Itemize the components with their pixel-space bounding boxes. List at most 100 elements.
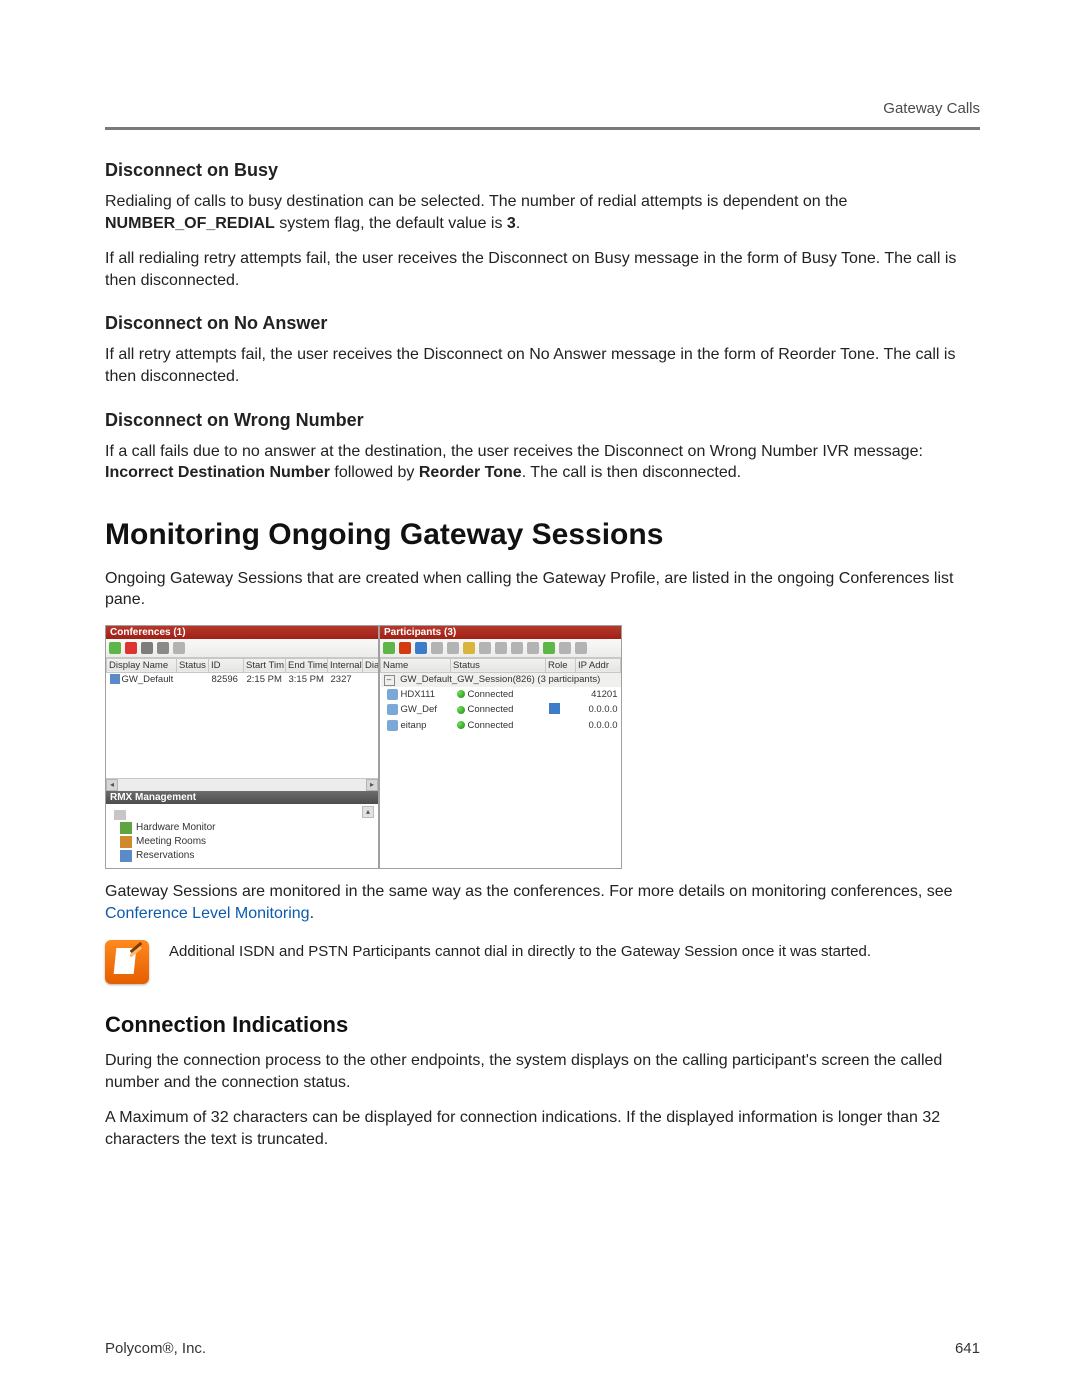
col-id[interactable]: ID (209, 658, 244, 672)
tool-icon[interactable] (447, 642, 459, 654)
cell-name: GW_Def (401, 704, 437, 715)
table-row[interactable]: GW_Def Connected 0.0.0.0 (381, 702, 621, 718)
heading-disconnect-no-answer: Disconnect on No Answer (105, 313, 980, 334)
conference-icon (110, 674, 120, 684)
delete-icon[interactable] (125, 642, 137, 654)
tree-item-hardware-monitor[interactable]: Hardware Monitor (120, 822, 372, 834)
paragraph: Ongoing Gateway Sessions that are create… (105, 568, 980, 611)
flag-name: NUMBER_OF_REDIAL (105, 215, 275, 232)
tool-icon[interactable] (495, 642, 507, 654)
remove-participant-icon[interactable] (399, 642, 411, 654)
play-icon[interactable] (157, 642, 169, 654)
note-icon (105, 940, 149, 984)
paragraph: Redialing of calls to busy destination c… (105, 191, 980, 234)
rmx-management-body: ▴ Hardware Monitor Meeting Rooms Reserva… (106, 804, 378, 868)
scroll-right-icon[interactable]: ▸ (366, 779, 378, 791)
participants-table: Name Status Role IP Addr – GW_Default_GW… (380, 658, 621, 733)
rmx-management-title: RMX Management (106, 791, 378, 804)
col-role[interactable]: Role (546, 658, 576, 672)
hardware-monitor-icon (120, 822, 132, 834)
h-scrollbar[interactable]: ◂ ▸ (106, 778, 378, 791)
table-header-row: Display Name Status ID Start Tim End Tim… (107, 658, 379, 672)
connect-icon[interactable] (415, 642, 427, 654)
table-row[interactable]: HDX111 Connected 41201 (381, 687, 621, 702)
tool-icon[interactable] (479, 642, 491, 654)
add-participant-icon[interactable] (383, 642, 395, 654)
col-status[interactable]: Status (177, 658, 209, 672)
tool-icon[interactable] (559, 642, 571, 654)
participants-pane-title: Participants (3) (380, 626, 621, 639)
flag-default: 3 (507, 215, 516, 232)
col-status[interactable]: Status (451, 658, 546, 672)
table-row[interactable]: eitanp Connected 0.0.0.0 (381, 718, 621, 733)
tree-item-meeting-rooms[interactable]: Meeting Rooms (120, 836, 372, 848)
gateway-sessions-screenshot: Conferences (1) Display Name Status (105, 625, 620, 869)
group-row[interactable]: – GW_Default_GW_Session(826) (3 particip… (381, 672, 621, 687)
cell-dialin (363, 672, 379, 686)
tree-item-label: Hardware Monitor (136, 822, 215, 833)
text: followed by (330, 464, 419, 481)
paragraph: During the connection process to the oth… (105, 1050, 980, 1093)
cell-id: 82596 (209, 672, 244, 686)
text-bold: Reorder Tone (419, 464, 522, 481)
col-dial-in[interactable]: Dial-in (363, 658, 379, 672)
col-internal[interactable]: Internal I (328, 658, 363, 672)
paragraph: If a call fails due to no answer at the … (105, 441, 980, 484)
text: . The call is then disconnected. (522, 464, 741, 481)
note-block: Additional ISDN and PSTN Participants ca… (105, 940, 980, 984)
paragraph: If all redialing retry attempts fail, th… (105, 248, 980, 291)
heading-disconnect-busy: Disconnect on Busy (105, 160, 980, 181)
heading-monitoring: Monitoring Ongoing Gateway Sessions (105, 518, 980, 552)
page-footer: Polycom®, Inc. 641 (105, 1340, 980, 1357)
tool-icon[interactable] (511, 642, 523, 654)
footer-company: Polycom®, Inc. (105, 1340, 206, 1357)
tool-icon[interactable] (575, 642, 587, 654)
text: Gateway Sessions are monitored in the sa… (105, 883, 953, 900)
tool-icon[interactable] (431, 642, 443, 654)
settings-icon[interactable] (141, 642, 153, 654)
conference-level-monitoring-link[interactable]: Conference Level Monitoring (105, 905, 310, 922)
heading-connection-indications: Connection Indications (105, 1012, 980, 1038)
conferences-grid-area: Display Name Status ID Start Tim End Tim… (106, 658, 378, 778)
tool-icon[interactable] (173, 642, 185, 654)
cell-role (546, 687, 576, 702)
tool-icon[interactable] (543, 642, 555, 654)
participants-grid-area: Name Status Role IP Addr – GW_Default_GW… (380, 658, 621, 868)
cell-end: 3:15 PM (286, 672, 328, 686)
root-icon (114, 810, 126, 820)
scroll-left-icon[interactable]: ◂ (106, 779, 118, 791)
footer-page-number: 641 (955, 1340, 980, 1357)
tree-item-reservations[interactable]: Reservations (120, 850, 372, 862)
cell-name: eitanp (401, 720, 427, 731)
page-header-label: Gateway Calls (105, 100, 980, 117)
col-display-name[interactable]: Display Name (107, 658, 177, 672)
status-connected-icon (457, 706, 465, 714)
cell-role (546, 718, 576, 733)
tool-icon[interactable] (527, 642, 539, 654)
status-connected-icon (457, 690, 465, 698)
tree-item-label: Reservations (136, 850, 194, 861)
paragraph: If all retry attempts fail, the user rec… (105, 344, 980, 387)
header-rule (105, 127, 980, 130)
cell-status: Connected (468, 720, 514, 731)
expand-icon[interactable]: – (384, 675, 395, 686)
collapse-up-icon[interactable]: ▴ (362, 806, 374, 818)
table-row[interactable]: GW_Default 82596 2:15 PM 3:15 PM 2327 (107, 672, 379, 686)
participant-icon (387, 704, 398, 715)
participants-pane: Participants (3) (379, 625, 622, 869)
status-connected-icon (457, 721, 465, 729)
cell-ip: 0.0.0.0 (576, 718, 621, 733)
col-ip[interactable]: IP Addr (576, 658, 621, 672)
tree-item-label: Meeting Rooms (136, 836, 206, 847)
col-name[interactable]: Name (381, 658, 451, 672)
add-icon[interactable] (109, 642, 121, 654)
col-start-time[interactable]: Start Tim (244, 658, 286, 672)
participant-icon (387, 689, 398, 700)
col-end-time[interactable]: End Time (286, 658, 328, 672)
tree-root[interactable] (114, 810, 372, 820)
cell-start: 2:15 PM (244, 672, 286, 686)
tool-icon[interactable] (463, 642, 475, 654)
cell-name: HDX111 (401, 689, 436, 700)
text-bold: Incorrect Destination Number (105, 464, 330, 481)
cell-ip: 0.0.0.0 (576, 702, 621, 718)
